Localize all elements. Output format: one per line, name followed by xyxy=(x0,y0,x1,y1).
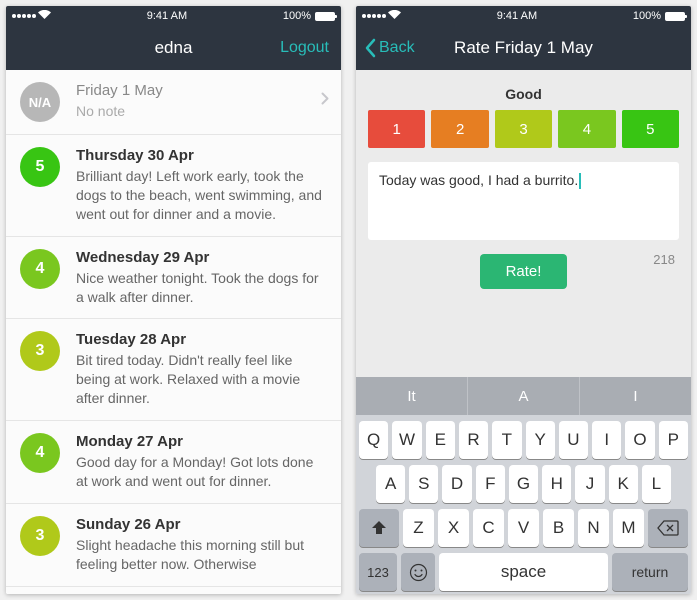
back-button[interactable]: Back xyxy=(364,38,415,58)
status-bar: 9:41 AM 100% xyxy=(6,6,341,26)
rating-buttons: 12345 xyxy=(368,110,679,148)
key-x[interactable]: X xyxy=(438,509,469,547)
entry-note: Brilliant day! Left work early, took the… xyxy=(76,167,327,224)
entry-date: Thursday 30 Apr xyxy=(76,147,327,164)
shift-key[interactable] xyxy=(359,509,399,547)
key-r[interactable]: R xyxy=(459,421,488,459)
entry-note: Nice weather tonight. Took the dogs for … xyxy=(76,269,327,307)
chevron-right-icon xyxy=(321,92,329,110)
char-count: 218 xyxy=(653,252,675,267)
phone-left: 9:41 AM 100% edna Logout N/A Friday 1 May… xyxy=(6,6,341,594)
key-v[interactable]: V xyxy=(508,509,539,547)
key-h[interactable]: H xyxy=(542,465,571,503)
space-key[interactable]: space xyxy=(439,553,608,591)
rate-button[interactable]: Rate! xyxy=(480,254,568,289)
key-z[interactable]: Z xyxy=(403,509,434,547)
key-m[interactable]: M xyxy=(613,509,644,547)
nav-bar: edna Logout xyxy=(6,26,341,70)
key-l[interactable]: L xyxy=(642,465,671,503)
key-q[interactable]: Q xyxy=(359,421,388,459)
list-item[interactable]: 5 Thursday 30 Apr Brilliant day! Left work… xyxy=(6,135,341,237)
suggestion-bar: ItAI xyxy=(356,377,691,415)
suggestion[interactable]: It xyxy=(356,377,468,415)
key-u[interactable]: U xyxy=(559,421,588,459)
key-b[interactable]: B xyxy=(543,509,574,547)
entry-note: No note xyxy=(76,102,327,121)
entry-note: Good day for a Monday! Got lots done at … xyxy=(76,453,327,491)
rating-badge: N/A xyxy=(20,82,60,122)
suggestion[interactable]: I xyxy=(580,377,691,415)
key-p[interactable]: P xyxy=(659,421,688,459)
key-j[interactable]: J xyxy=(575,465,604,503)
chevron-left-icon xyxy=(364,38,376,58)
entry-date: Sunday 26 Apr xyxy=(76,516,327,533)
key-t[interactable]: T xyxy=(492,421,521,459)
entry-list[interactable]: N/A Friday 1 May No note 5 Thursday 30 Apr Br… xyxy=(6,70,341,594)
key-y[interactable]: Y xyxy=(526,421,555,459)
key-f[interactable]: F xyxy=(476,465,505,503)
list-item[interactable]: 4 Wednesday 29 Apr Nice weather tonight. T… xyxy=(6,237,341,320)
nav-title: Rate Friday 1 May xyxy=(454,38,593,58)
entry-date: Tuesday 28 Apr xyxy=(76,331,327,348)
rating-badge: 3 xyxy=(20,516,60,556)
key-k[interactable]: K xyxy=(609,465,638,503)
key-o[interactable]: O xyxy=(625,421,654,459)
rating-badge: 4 xyxy=(20,433,60,473)
entry-date: Friday 1 May xyxy=(76,82,327,99)
nav-bar: Back Rate Friday 1 May xyxy=(356,26,691,70)
rating-badge: 5 xyxy=(20,147,60,187)
note-input[interactable]: Today was good, I had a burrito. xyxy=(368,162,679,240)
rating-1-button[interactable]: 1 xyxy=(368,110,425,148)
rate-content: Good 12345 Today was good, I had a burri… xyxy=(356,70,691,377)
status-time: 9:41 AM xyxy=(497,10,537,22)
key-n[interactable]: N xyxy=(578,509,609,547)
key-c[interactable]: C xyxy=(473,509,504,547)
key-d[interactable]: D xyxy=(442,465,471,503)
key-i[interactable]: I xyxy=(592,421,621,459)
rating-label: Good xyxy=(368,86,679,102)
entry-note: Slight headache this morning still but f… xyxy=(76,536,327,574)
list-item[interactable]: 3 Tuesday 28 Apr Bit tired today. Didn't r… xyxy=(6,319,341,421)
keyboard: ItAI QWERTYUIOP ASDFGHJKL ZXCVBNM 123spa… xyxy=(356,377,691,594)
entry-date: Wednesday 29 Apr xyxy=(76,249,327,266)
battery-icon xyxy=(665,12,685,21)
key-e[interactable]: E xyxy=(426,421,455,459)
status-bar: 9:41 AM 100% xyxy=(356,6,691,26)
nav-title: edna xyxy=(155,38,193,58)
note-text: Today was good, I had a burrito. xyxy=(379,172,578,188)
battery-percent: 100% xyxy=(283,10,311,22)
battery-icon xyxy=(315,12,335,21)
key-w[interactable]: W xyxy=(392,421,421,459)
key-s[interactable]: S xyxy=(409,465,438,503)
emoji-key[interactable] xyxy=(401,553,435,591)
list-item[interactable]: N/A Friday 1 May No note xyxy=(6,70,341,135)
logout-button[interactable]: Logout xyxy=(280,39,329,57)
return-key[interactable]: return xyxy=(612,553,688,591)
entry-note: Bit tired today. Didn't really feel like… xyxy=(76,351,327,408)
rating-badge: 4 xyxy=(20,249,60,289)
rating-5-button[interactable]: 5 xyxy=(622,110,679,148)
wifi-icon xyxy=(38,10,51,22)
rating-4-button[interactable]: 4 xyxy=(558,110,615,148)
text-cursor xyxy=(579,173,581,189)
battery-percent: 100% xyxy=(633,10,661,22)
rating-2-button[interactable]: 2 xyxy=(431,110,488,148)
list-item[interactable]: 4 Monday 27 Apr Good day for a Monday! Got… xyxy=(6,421,341,504)
key-a[interactable]: A xyxy=(376,465,405,503)
list-item[interactable]: 3 Sunday 26 Apr Slight headache this morni… xyxy=(6,504,341,587)
rating-3-button[interactable]: 3 xyxy=(495,110,552,148)
back-label: Back xyxy=(379,39,415,57)
backspace-key[interactable] xyxy=(648,509,688,547)
rating-badge: 3 xyxy=(20,331,60,371)
wifi-icon xyxy=(388,10,401,22)
status-time: 9:41 AM xyxy=(147,10,187,22)
phone-right: 9:41 AM 100% Back Rate Friday 1 May Good… xyxy=(356,6,691,594)
key-g[interactable]: G xyxy=(509,465,538,503)
numeric-key[interactable]: 123 xyxy=(359,553,397,591)
entry-date: Monday 27 Apr xyxy=(76,433,327,450)
suggestion[interactable]: A xyxy=(468,377,580,415)
